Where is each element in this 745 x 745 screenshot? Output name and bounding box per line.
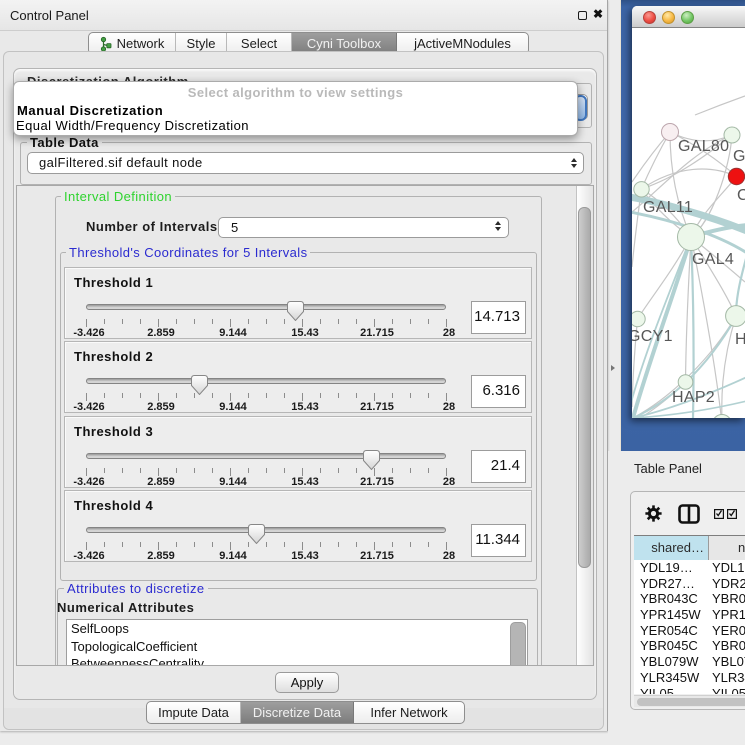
- svg-text:GAL80: GAL80: [678, 138, 729, 155]
- svg-text:GAL2: GAL2: [733, 148, 745, 165]
- svg-text:CYC1: CYC1: [737, 187, 745, 204]
- svg-text:GAL11: GAL11: [643, 199, 693, 216]
- svg-text:HIS4: HIS4: [735, 331, 745, 348]
- svg-text:HAP2: HAP2: [672, 389, 715, 406]
- svg-text:GAL4: GAL4: [692, 251, 734, 268]
- svg-text:GCY1: GCY1: [632, 328, 673, 345]
